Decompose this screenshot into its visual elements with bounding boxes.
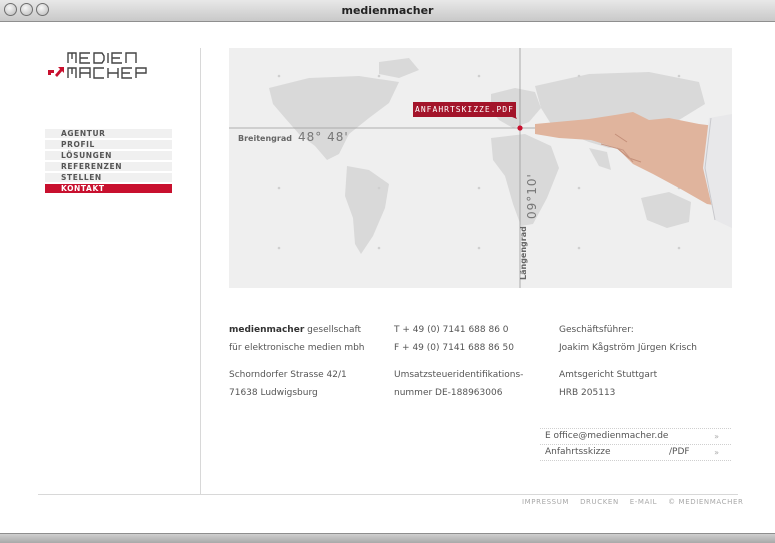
- medienmacher-logo[interactable]: [46, 50, 181, 80]
- nav-item-stellen[interactable]: STELLEN: [45, 173, 172, 182]
- nav-item-referenzen[interactable]: REFERENZEN: [45, 162, 172, 171]
- footer-link-email[interactable]: E-MAIL: [630, 498, 657, 506]
- ceo-names: Joakim Kågström Jürgen Krisch: [559, 343, 698, 353]
- nav-item-loesungen[interactable]: LÖSUNGEN: [45, 151, 172, 160]
- company-name: medienmacher gesellschaft: [229, 321, 365, 339]
- chevron-right-icon: »: [714, 432, 719, 441]
- court-registry: Amtsgericht Stuttgart: [559, 370, 658, 380]
- contact-column-company: medienmacher gesellschaft für elektronis…: [229, 321, 365, 402]
- longitude-label: Längengrad: [519, 226, 528, 280]
- anfahrtsskizze-link[interactable]: Anfahrtsskizze /PDF »: [540, 444, 731, 461]
- street-address: Schorndorfer Strasse 42/1: [229, 370, 347, 380]
- window-bottom-bar: [0, 533, 775, 543]
- pdf-label: /PDF: [669, 447, 690, 457]
- anfahrtsskizze-link-label: Anfahrtsskizze: [545, 447, 611, 457]
- anfahrtsskizze-pdf-badge[interactable]: ANFAHRTSKIZZE.PDF: [413, 102, 516, 117]
- phone-number: T + 49 (0) 7141 688 86 0: [394, 325, 509, 335]
- contact-links: E office@medienmacher.de » Anfahrtsskizz…: [540, 428, 731, 461]
- company-name-bold: medienmacher: [229, 325, 305, 335]
- latitude-label: Breitengrad: [238, 134, 292, 143]
- footer-link-drucken[interactable]: DRUCKEN: [580, 498, 619, 506]
- city-address: 71638 Ludwigsburg: [229, 388, 318, 398]
- nav-item-kontakt[interactable]: KONTAKT: [45, 184, 172, 193]
- hrb-number: HRB 205113: [559, 388, 616, 398]
- main-navigation: AGENTUR PROFIL LÖSUNGEN REFERENZEN STELL…: [45, 129, 172, 195]
- browser-window: medienmacher AGENTUR PROFIL LÖSUNGEN REF…: [0, 0, 775, 543]
- fax-number: F + 49 (0) 7141 688 86 50: [394, 343, 514, 353]
- chevron-right-icon: »: [714, 448, 719, 457]
- footer-divider: [38, 494, 738, 495]
- tax-id-line1: Umsatzsteueridentifikations-: [394, 370, 524, 380]
- pointing-hand-image: [535, 112, 732, 228]
- company-name-line2: für elektronische medien mbh: [229, 343, 365, 353]
- sidebar-divider: [200, 48, 201, 494]
- footer-link-impressum[interactable]: IMPRESSUM: [522, 498, 569, 506]
- footer-copyright: © MEDIENMACHER: [668, 498, 744, 506]
- contact-column-phone: T + 49 (0) 7141 688 86 0 F + 49 (0) 7141…: [394, 321, 523, 402]
- world-map: ANFAHRTSKIZZE.PDF Breitengrad 48° 48' Lä…: [229, 48, 732, 288]
- nav-item-profil[interactable]: PROFIL: [45, 140, 172, 149]
- longitude-value: 09°10': [525, 173, 539, 219]
- window-title: medienmacher: [341, 4, 434, 17]
- tax-id-line2: nummer DE-188963006: [394, 388, 503, 398]
- company-name-rest: gesellschaft: [304, 325, 361, 335]
- nav-item-agentur[interactable]: AGENTUR: [45, 129, 172, 138]
- world-map-graphic: [229, 48, 732, 288]
- footer-navigation: IMPRESSUM DRUCKEN E-MAIL © MEDIENMACHER: [522, 498, 743, 506]
- contact-column-management: Geschäftsführer: Joakim Kågström Jürgen …: [559, 321, 697, 402]
- latitude-value: 48° 48': [298, 130, 349, 144]
- email-link-label: E office@medienmacher.de: [545, 431, 669, 441]
- ceo-label: Geschäftsführer:: [559, 325, 634, 335]
- email-link[interactable]: E office@medienmacher.de »: [540, 428, 731, 444]
- title-bar: medienmacher: [0, 0, 775, 22]
- location-marker: [517, 125, 523, 131]
